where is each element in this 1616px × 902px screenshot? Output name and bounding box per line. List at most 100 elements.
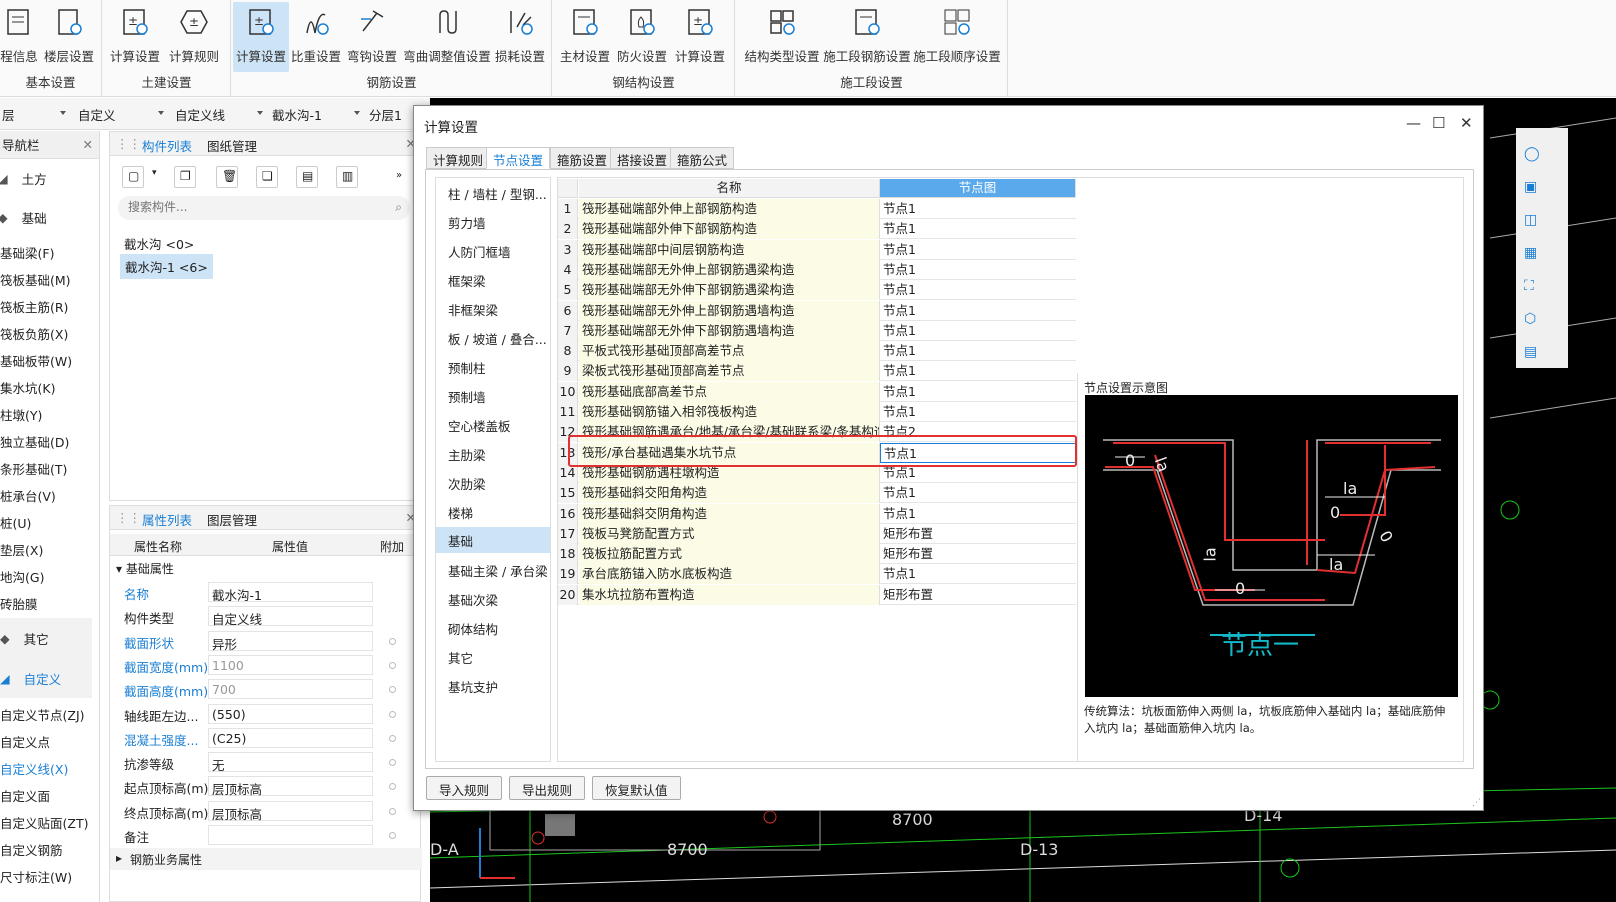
delete-button[interactable]: 🗑 xyxy=(216,166,238,188)
row-node-value[interactable]: 矩形布置 xyxy=(880,585,1076,605)
nav-item[interactable]: 基础梁(F) xyxy=(0,243,54,262)
table-row[interactable]: 8 平板式筏形基础顶部高差节点 节点1 xyxy=(558,341,1076,362)
bend-adjust-button[interactable]: 弯曲调整值设置 xyxy=(403,2,491,72)
category-item[interactable]: 空心楼盖板 xyxy=(436,411,550,437)
property-row[interactable]: 终点顶标高(m) 层顶标高 xyxy=(110,799,422,823)
table-row[interactable]: 4 筏形基础端部无外伸上部钢筋遇梁构造 节点1 xyxy=(558,259,1076,280)
nav-item[interactable]: 基础板带(W) xyxy=(0,351,72,370)
property-group-rebar[interactable]: ▸ 钢筋业务属性 xyxy=(110,848,422,870)
nav-item[interactable]: 筏板基础(M) xyxy=(0,270,71,289)
floor-settings-button[interactable]: 楼层设置 xyxy=(42,2,96,72)
table-row[interactable]: 11 筏形基础钢筋锚入相邻筏板构造 节点1 xyxy=(558,402,1076,422)
close-icon[interactable]: ✕ xyxy=(83,137,93,152)
category-item[interactable]: 预制墙 xyxy=(436,382,550,408)
radio-icon[interactable] xyxy=(389,661,396,669)
nav-item[interactable]: 砖胎膜 xyxy=(0,594,38,613)
property-value[interactable]: 自定义线 xyxy=(208,606,373,627)
category-item[interactable]: 人防门框墙 xyxy=(436,237,550,263)
civil-calc-settings-button[interactable]: ± 计算设置 xyxy=(109,2,161,72)
nav-category-foundation[interactable]: ◆ 基础 xyxy=(0,197,92,237)
weight-settings-button[interactable]: 比重设置 xyxy=(290,2,342,72)
table-row[interactable]: 2 筏形基础端部外伸下部钢筋构造 节点1 xyxy=(558,219,1076,240)
row-node-value[interactable]: 节点1 xyxy=(880,321,1076,341)
component-view-icon[interactable]: ⬡ xyxy=(1524,303,1540,336)
export-rules-button[interactable]: 导出规则 xyxy=(509,776,586,800)
search-field[interactable] xyxy=(128,200,378,214)
nav-item[interactable]: 自定义点 xyxy=(0,732,50,751)
new-component-button[interactable]: ▢ xyxy=(122,166,144,188)
table-row[interactable]: 16 筏形基础斜交阴角构造 节点1 xyxy=(558,503,1076,524)
resize-grip-icon[interactable]: ⋰ xyxy=(1472,798,1481,808)
category-select[interactable]: 自定义 xyxy=(78,104,168,124)
radio-icon[interactable] xyxy=(389,783,396,791)
table-row[interactable]: 9 梁板式筏形基础顶部高差节点 节点1 xyxy=(558,361,1076,382)
category-item[interactable]: 基坑支护 xyxy=(436,672,550,698)
table-row[interactable]: 19 承台底筋锚入防水底板构造 节点1 xyxy=(558,564,1076,585)
tree-item-root[interactable]: 截水沟 <0> xyxy=(124,234,194,253)
main-material-button[interactable]: 主材设置 xyxy=(559,2,611,72)
tree-item-selected[interactable]: 截水沟-1 <6> xyxy=(120,254,213,279)
dialog-tab[interactable]: 计算规则 xyxy=(426,147,491,169)
rebar-calc-settings-button[interactable]: ± 计算设置 xyxy=(233,2,289,72)
property-value[interactable]: 截水沟-1 xyxy=(208,582,373,603)
cube-icon[interactable]: ▦ xyxy=(1524,237,1540,270)
expand-icon[interactable]: » xyxy=(396,170,402,181)
table-row[interactable]: 20 集水坑拉筋布置构造 矩形布置 xyxy=(558,584,1076,605)
property-value[interactable]: 层顶标高 xyxy=(208,800,373,822)
nav-item[interactable]: 筏板负筋(X) xyxy=(0,324,68,343)
nav-item[interactable]: 桩承台(V) xyxy=(0,486,56,505)
radio-icon[interactable] xyxy=(389,686,396,694)
2d-view-icon[interactable]: ▣ xyxy=(1524,171,1540,204)
row-node-value[interactable]: 节点1 xyxy=(880,402,1076,422)
drag-handle-icon[interactable]: ⋮⋮ xyxy=(116,510,141,525)
floor-select[interactable]: 层 xyxy=(2,104,70,124)
category-item[interactable]: 板 / 坡道 / 叠合... xyxy=(436,324,550,350)
nav-item[interactable]: 条形基础(T) xyxy=(0,459,67,478)
property-row[interactable]: 截面高度(mm) 700 xyxy=(110,677,422,701)
tab-property-list[interactable]: 属性列表 xyxy=(142,510,192,529)
nav-category-earthwork[interactable]: ◢ 土方 xyxy=(0,158,92,198)
sort-button[interactable]: ▥ xyxy=(336,166,358,188)
row-node-value[interactable]: 节点1 xyxy=(880,280,1076,300)
component-select[interactable]: 截水沟-1 xyxy=(272,104,364,124)
category-item[interactable]: 主肋梁 xyxy=(436,440,550,466)
property-row[interactable]: 起点顶标高(m) 层顶标高 xyxy=(110,774,422,798)
segment-rebar-button[interactable]: 施工段钢筋设置 xyxy=(823,2,911,72)
category-item[interactable]: 柱 / 墙柱 / 型钢... xyxy=(436,179,550,205)
fullscreen-icon[interactable]: ⛶ xyxy=(1524,270,1540,303)
table-row[interactable]: 10 筏形基础底部高差节点 节点1 xyxy=(558,381,1076,402)
import-rules-button[interactable]: 导入规则 xyxy=(426,776,503,800)
row-node-value[interactable]: 矩形布置 xyxy=(880,524,1076,544)
nav-category-other[interactable]: ◆ 其它 xyxy=(0,618,92,658)
table-row[interactable]: 15 筏形基础斜交阳角构造 节点1 xyxy=(558,483,1076,504)
table-row[interactable]: 1 筏形基础端部外伸上部钢筋构造 节点1 xyxy=(558,199,1076,219)
structure-type-button[interactable]: 结构类型设置 xyxy=(740,2,824,72)
row-node-value[interactable]: 节点1 xyxy=(880,564,1076,584)
layer-icon[interactable]: ▤ xyxy=(1524,336,1540,369)
row-node-value[interactable]: 节点1 xyxy=(880,301,1076,321)
duplicate-button[interactable]: ❏ xyxy=(256,166,278,188)
property-value[interactable]: (C25) xyxy=(208,727,373,748)
table-row[interactable]: 6 筏形基础端部无外伸上部钢筋遇墙构造 节点1 xyxy=(558,300,1076,321)
radio-icon[interactable] xyxy=(389,807,396,815)
property-row[interactable]: 轴线距左边... (550) xyxy=(110,702,422,726)
category-item[interactable]: 楼梯 xyxy=(436,498,550,524)
tab-layer-management[interactable]: 图层管理 xyxy=(207,510,257,529)
property-value[interactable]: 异形 xyxy=(208,630,373,652)
calc-rules-button[interactable]: ± 计算规则 xyxy=(167,2,221,72)
minimize-icon[interactable]: — xyxy=(1406,114,1421,132)
search-input[interactable]: ⌕ xyxy=(118,196,410,220)
segment-order-button[interactable]: 施工段顺序设置 xyxy=(913,2,1001,72)
category-item[interactable]: 基础 xyxy=(436,527,550,553)
property-value[interactable]: (550) xyxy=(208,703,373,724)
hook-settings-button[interactable]: 弯钩设置 xyxy=(346,2,398,72)
property-value[interactable]: 700 xyxy=(208,679,373,700)
copy-button[interactable]: ❐ xyxy=(174,166,196,188)
category-item[interactable]: 框架梁 xyxy=(436,266,550,292)
nav-item[interactable]: 独立基础(D) xyxy=(0,432,69,451)
type-select[interactable]: 自定义线 xyxy=(175,104,267,124)
category-item[interactable]: 其它 xyxy=(436,643,550,669)
category-item[interactable]: 次肋梁 xyxy=(436,469,550,495)
property-row[interactable]: 截面宽度(mm) 1100 xyxy=(110,653,422,677)
table-row[interactable]: 7 筏形基础端部无外伸下部钢筋遇墙构造 节点1 xyxy=(558,320,1076,341)
